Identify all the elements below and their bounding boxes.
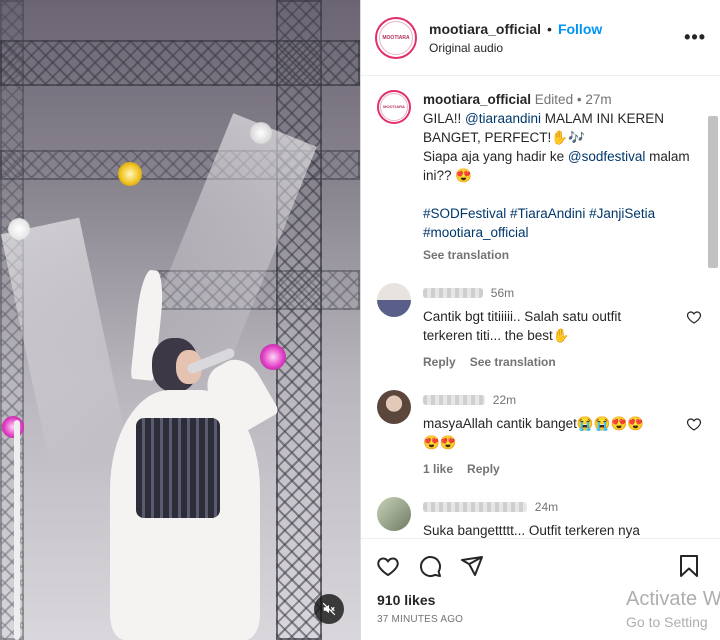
caption-time: 27m — [585, 92, 612, 107]
caption-line2-prefix: Siapa aja yang hadir ke — [423, 149, 568, 164]
separator-dot: • — [576, 92, 582, 107]
comment-button[interactable] — [417, 553, 443, 579]
post-actions-bar — [361, 538, 720, 592]
share-button[interactable] — [459, 553, 485, 579]
reply-button[interactable]: Reply — [423, 353, 456, 372]
comment-bubble-icon — [420, 555, 441, 577]
stage-light-white — [250, 122, 272, 144]
mention-link[interactable]: @sodfestival — [568, 149, 646, 164]
comment-time: 56m — [490, 286, 515, 300]
reply-button[interactable]: Reply — [467, 460, 500, 479]
stage-light-white — [8, 218, 30, 240]
caption-hashtags[interactable]: #SODFestival #TiaraAndini #JanjiSetia #m… — [423, 204, 693, 242]
instagram-post-modal: MOOTIARA mootiara_official • Follow Orig… — [0, 0, 720, 640]
audio-label[interactable]: Original audio — [429, 41, 684, 55]
heart-icon[interactable] — [686, 309, 702, 325]
comments-scroll-area[interactable]: MOOTIARA mootiara_official Edited • 27m … — [361, 76, 720, 538]
comment-text: Suka bangettttt... Outfit terkeren nya — [423, 523, 640, 538]
separator-dot: • — [547, 20, 552, 37]
caption-text-2: Siapa aja yang hadir ke @sodfestival mal… — [423, 147, 693, 185]
stage-truss-right — [276, 0, 322, 640]
commenter-avatar[interactable] — [377, 390, 411, 424]
comment-time: 24m — [534, 500, 559, 514]
author-avatar[interactable]: MOOTIARA — [375, 16, 417, 59]
avatar-logo: MOOTIARA — [383, 104, 405, 109]
caption-avatar[interactable]: MOOTIARA — [377, 90, 411, 124]
like-button[interactable] — [375, 553, 401, 579]
mention-link[interactable]: @tiaraandini — [465, 111, 541, 126]
mute-button[interactable] — [314, 594, 344, 624]
caption-text: GILA!! @tiaraandini MALAM INI KEREN BANG… — [423, 109, 693, 147]
scrollbar-thumb[interactable] — [708, 116, 718, 268]
more-options-icon[interactable]: ••• — [684, 27, 706, 48]
comment-item: 56m Cantik bgt titiiiii.. Salah satu out… — [361, 283, 720, 372]
see-translation-link[interactable]: See translation — [423, 246, 693, 265]
likes-count[interactable]: 1 like — [423, 460, 453, 479]
singer-vest — [136, 418, 220, 518]
follow-button[interactable]: Follow — [558, 21, 602, 37]
speaker-muted-icon — [322, 602, 336, 616]
activate-windows-subtext: Go to Setting — [626, 614, 708, 630]
author-username[interactable]: mootiara_official — [429, 21, 541, 37]
mic-stand — [14, 420, 20, 640]
post-header: MOOTIARA mootiara_official • Follow Orig… — [361, 0, 720, 76]
avatar-logo: MOOTIARA — [382, 34, 410, 41]
comment-time: 22m — [492, 393, 517, 407]
blurred-username[interactable] — [423, 288, 483, 299]
heart-icon — [377, 556, 399, 576]
post-side-panel: MOOTIARA mootiara_official • Follow Orig… — [360, 0, 720, 640]
see-translation-link[interactable]: See translation — [470, 353, 556, 372]
caption-line1-prefix: GILA!! — [423, 111, 466, 126]
post-video[interactable] — [0, 0, 360, 640]
blurred-username[interactable] — [423, 395, 485, 406]
comment-text: Cantik bgt titiiiii.. Salah satu outfit … — [423, 309, 622, 343]
paper-plane-icon — [461, 555, 483, 576]
stage-light-yellow — [118, 162, 142, 186]
post-caption: MOOTIARA mootiara_official Edited • 27m … — [361, 76, 720, 265]
commenter-avatar[interactable] — [377, 283, 411, 317]
edited-label: Edited — [534, 92, 574, 107]
comment-text: masyaAllah cantik banget😭😭😍😍😍😍 — [423, 416, 645, 450]
caption-username[interactable]: mootiara_official — [423, 92, 531, 107]
bookmark-icon — [680, 555, 698, 577]
activate-windows-watermark: Activate W — [626, 588, 720, 610]
stage-light-pink — [2, 416, 24, 438]
save-button[interactable] — [676, 553, 702, 579]
heart-icon[interactable] — [686, 416, 702, 432]
comment-item: 24m Suka bangettttt... Outfit terkeren n… — [361, 497, 720, 538]
stage-light-pink — [260, 344, 286, 370]
commenter-avatar[interactable] — [377, 497, 411, 531]
blurred-username[interactable] — [423, 502, 527, 513]
comment-item: 22m masyaAllah cantik banget😭😭😍😍😍😍 1 lik… — [361, 390, 720, 479]
